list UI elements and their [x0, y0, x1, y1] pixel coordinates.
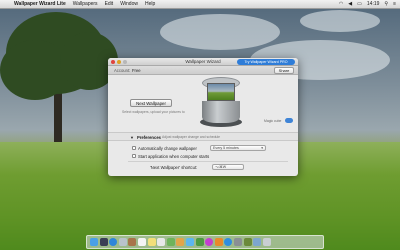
- system-preferences-icon[interactable]: [233, 238, 242, 246]
- chevron-down-icon: ▾: [261, 146, 263, 150]
- trash-icon[interactable]: [262, 238, 271, 246]
- main-content: Next Wallpaper Select wallpapers, upload…: [108, 75, 298, 176]
- mail-icon[interactable]: [118, 238, 127, 246]
- preferences-header[interactable]: ▼ Preferences Adjust wallpaper change an…: [108, 132, 298, 141]
- preferences-description: Adjust wallpaper change and schedule: [162, 135, 221, 140]
- finder-icon[interactable]: [90, 238, 98, 246]
- menu-help[interactable]: Help: [145, 1, 155, 7]
- dock: [86, 235, 324, 249]
- magic-cube-toggle[interactable]: [285, 118, 293, 123]
- account-value: Free: [132, 68, 141, 73]
- notes-icon[interactable]: [147, 238, 156, 246]
- start-at-login-label: Start application when computer starts: [138, 153, 210, 159]
- menu-window[interactable]: Window: [120, 1, 138, 7]
- start-at-login-checkbox[interactable]: [132, 154, 136, 158]
- ibooks-icon[interactable]: [214, 238, 223, 246]
- menu-wallpapers[interactable]: Wallpapers: [73, 1, 98, 7]
- clock[interactable]: 14:19: [367, 1, 380, 7]
- disclosure-triangle-icon[interactable]: ▼: [130, 135, 134, 140]
- interval-value: Every 5 minutes: [213, 146, 239, 150]
- launchpad-icon[interactable]: [99, 238, 108, 246]
- reminders-icon[interactable]: [157, 238, 166, 246]
- cloud: [300, 10, 380, 32]
- volume-icon[interactable]: ◀: [348, 1, 352, 7]
- wallpaper-wizard-icon[interactable]: [243, 238, 252, 246]
- auto-change-checkbox[interactable]: [132, 146, 136, 150]
- cloud: [160, 14, 280, 50]
- notification-center-icon[interactable]: ≡: [393, 1, 396, 7]
- photos-icon[interactable]: [176, 238, 185, 246]
- shortcut-field[interactable]: ⌥⌘W: [212, 164, 244, 170]
- hint-text: Select wallpapers, upload your pictures …: [122, 110, 185, 114]
- interval-select[interactable]: Every 5 minutes ▾: [210, 145, 266, 151]
- tree-canopy: [0, 40, 70, 100]
- account-label: Account:: [114, 68, 131, 73]
- title-bar: Wallpaper Wizard Try Wallpaper Wizard PR…: [108, 58, 298, 66]
- try-pro-button[interactable]: Try Wallpaper Wizard PRO: [237, 59, 295, 65]
- messages-icon[interactable]: [185, 238, 194, 246]
- shortcut-label: 'Next Wallpaper' shortcut:: [150, 165, 198, 170]
- account-bar: Account: Free Share: [108, 66, 298, 75]
- podium-body: [202, 101, 240, 123]
- itunes-icon[interactable]: [205, 238, 214, 246]
- divider: [128, 161, 288, 162]
- next-wallpaper-button[interactable]: Next Wallpaper: [130, 99, 172, 107]
- wallpaper-wizard-window: Wallpaper Wizard Try Wallpaper Wizard PR…: [108, 58, 298, 176]
- facetime-icon[interactable]: [195, 238, 204, 246]
- menu-edit[interactable]: Edit: [105, 1, 114, 7]
- wifi-icon[interactable]: ◠: [339, 1, 343, 7]
- downloads-stack-icon[interactable]: [253, 238, 262, 246]
- magic-cube-label: Magic cube: [264, 119, 282, 123]
- menu-bar: Wallpaper Wizard Lite Wallpapers Edit Wi…: [0, 0, 400, 9]
- shortcut-value: ⌥⌘W: [215, 165, 227, 169]
- battery-icon[interactable]: ▭: [357, 1, 362, 7]
- wallpaper-preview-podium[interactable]: [200, 77, 242, 129]
- preferences-heading: Preferences: [137, 135, 161, 140]
- share-button[interactable]: Share: [274, 67, 294, 74]
- spotlight-icon[interactable]: ⚲: [384, 1, 388, 7]
- menu-app-name[interactable]: Wallpaper Wizard Lite: [14, 1, 66, 7]
- wallpaper-preview-image: [207, 83, 235, 101]
- contacts-icon[interactable]: [128, 238, 137, 246]
- calendar-icon[interactable]: [137, 238, 146, 246]
- maps-icon[interactable]: [166, 238, 175, 246]
- app-store-icon[interactable]: [224, 238, 233, 246]
- auto-change-label: Automatically change wallpaper: [138, 145, 197, 151]
- safari-icon[interactable]: [109, 238, 118, 246]
